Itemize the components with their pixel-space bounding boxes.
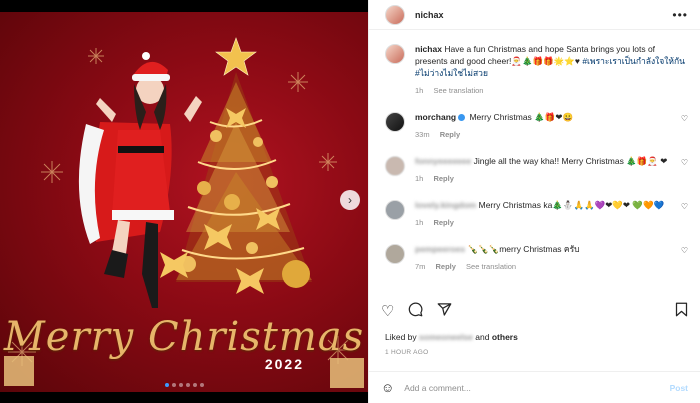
carousel-dot [185,383,190,387]
likes-others-link[interactable]: others [492,332,518,342]
comment-time: 33m [415,130,430,139]
emoji-smiley-icon[interactable]: ☺ [381,380,394,395]
likes-prefix: Liked by [385,332,417,342]
see-translation-link[interactable]: See translation [433,86,483,95]
likes-summary: Liked by someoneelse and others [385,332,518,342]
avatar[interactable] [385,44,405,64]
comment-text: Jingle all the way kha!! Merry Christmas… [473,156,668,166]
post-header: nichax ••• [369,0,700,30]
avatar[interactable] [385,112,405,132]
comment-like-heart-icon[interactable]: ♡ [681,158,688,167]
comment-row: lovely.kingdom Merry Christmas ka🎄⛄🙏🙏💜❤💛… [385,199,688,229]
reply-button[interactable]: Reply [436,262,456,271]
comment-row: fonnyeeeeeee Jingle all the way kha!! Me… [385,155,688,185]
carousel-dot [164,383,169,387]
comment-time: 1h [415,218,424,227]
avatar[interactable] [385,244,405,264]
avatar[interactable] [385,156,405,176]
comment-text: Merry Christmas ka🎄⛄🙏🙏💜❤💛❤ 💚🧡💙 [478,200,665,210]
comment-username[interactable]: fonnyeeeeeee [415,156,471,166]
comment-row: pempeeroes 🍾🍾🍾merry Christmas ครับ 7m Re… [385,243,688,273]
post-button[interactable]: Post [670,383,688,393]
action-bar: ♡ [381,302,688,320]
post-timestamp[interactable]: 1 HOUR AGO [385,349,428,356]
likes-and: and [475,332,490,342]
post-media: Merry Christmas 2022 › [0,0,368,403]
comment-time: 1h [415,174,424,183]
christmas-photo: Merry Christmas 2022 [0,12,368,392]
more-options-icon[interactable]: ••• [672,8,688,22]
comment-username[interactable]: pempeeroes [415,244,465,254]
comment-like-heart-icon[interactable]: ♡ [681,246,688,255]
comment-text: 🍾🍾🍾merry Christmas ครับ [467,244,580,254]
gift-box-decor [4,356,34,386]
carousel-dot [192,383,197,387]
save-bookmark-icon[interactable] [675,302,688,320]
carousel-dot [199,383,204,387]
comment-time: 7m [415,262,426,271]
carousel-next-button[interactable]: › [340,190,360,210]
avatar[interactable] [385,4,405,25]
like-heart-icon[interactable]: ♡ [381,304,394,319]
caption-row: nichax Have a fun Christmas and hope San… [385,43,688,97]
year-label: 2022 [264,356,304,372]
see-translation-link[interactable]: See translation [466,262,516,271]
reply-button[interactable]: Reply [440,130,460,139]
add-comment-input[interactable] [404,382,670,393]
reply-button[interactable]: Reply [433,218,453,227]
add-comment-bar: ☺ Post [369,371,700,403]
comments-list[interactable]: nichax Have a fun Christmas and hope San… [369,31,700,295]
instagram-post: Merry Christmas 2022 › nichax ••• nichax… [0,0,700,403]
liked-by-user[interactable]: someoneelse [419,332,473,342]
verified-badge-icon [458,114,466,122]
gold-christmas-tree [160,37,312,294]
avatar[interactable] [385,200,405,220]
header-username[interactable]: nichax [415,10,444,20]
comment-like-heart-icon[interactable]: ♡ [681,114,688,123]
carousel-dots [0,383,368,387]
chevron-right-icon: › [348,193,352,207]
comment-text: Merry Christmas 🎄🎁❤😀 [469,112,574,122]
caption-time: 1h [415,86,424,95]
comment-like-heart-icon[interactable]: ♡ [681,202,688,211]
comment-row: morchang Merry Christmas 🎄🎁❤😀 33m Reply … [385,111,688,141]
comment-bubble-icon[interactable] [408,302,423,320]
post-side-panel: nichax ••• nichax Have a fun Christmas a… [368,0,700,403]
tree-star-icon [215,37,257,76]
caption-username[interactable]: nichax [415,44,442,54]
merry-christmas-title: Merry Christmas [3,314,365,360]
reply-button[interactable]: Reply [433,174,453,183]
comment-username[interactable]: lovely.kingdom [415,200,476,210]
share-paper-plane-icon[interactable] [437,302,452,320]
carousel-dot [178,383,183,387]
carousel-dot [171,383,176,387]
comment-username[interactable]: morchang [415,112,456,122]
